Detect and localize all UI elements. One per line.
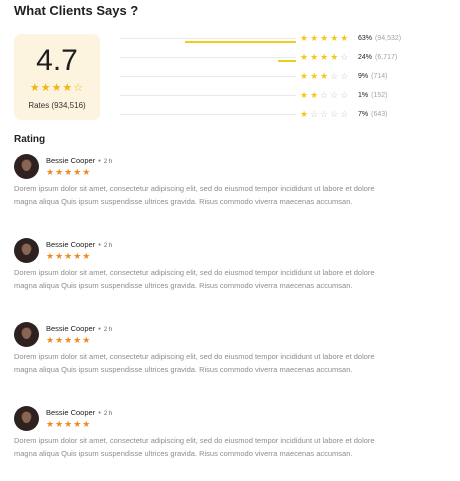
section-title: What Clients Says ?: [14, 3, 139, 18]
review-text: Dorem ipsum dolor sit amet, consectetur …: [14, 184, 375, 206]
review-stars: ★★★★★: [46, 335, 92, 345]
distribution-track: [120, 76, 296, 77]
average-rating-stars: ★★★★☆: [29, 82, 85, 94]
distribution-track: [120, 95, 296, 96]
distribution-bar: [278, 60, 296, 62]
reviewer-name[interactable]: Bessie Cooper: [46, 408, 95, 417]
distribution-label: 7% (643): [358, 111, 388, 118]
average-rating-card: 4.7 ★★★★☆ Rates (934,516): [14, 34, 100, 120]
distribution-track: [120, 57, 296, 62]
distribution-stars: ★☆☆☆☆: [300, 109, 351, 119]
distribution-track: [120, 38, 296, 43]
distribution-stars: ★★★★★: [300, 33, 351, 43]
review-text: Dorem ipsum dolor sit amet, consectetur …: [14, 352, 375, 374]
avatar-face: [22, 412, 31, 423]
distribution-track: [120, 114, 296, 115]
separator-dot: •: [98, 408, 101, 417]
reviewer-name[interactable]: Bessie Cooper: [46, 240, 95, 249]
reviewer-name[interactable]: Bessie Cooper: [46, 156, 95, 165]
distribution-label: 63% (94,532): [358, 35, 402, 42]
distribution-stars: ★★★☆☆: [300, 71, 351, 81]
review-text: Dorem ipsum dolor sit amet, consectetur …: [14, 268, 375, 290]
distribution-label: 9% (714): [358, 73, 388, 80]
distribution-label: 1% (152): [358, 92, 388, 99]
review-text: Dorem ipsum dolor sit amet, consectetur …: [14, 436, 375, 458]
rates-count: Rates (934,516): [28, 101, 86, 110]
avatar[interactable]: [14, 406, 39, 431]
rating-section-label: Rating: [14, 134, 46, 145]
reviewer-meta: Bessie Cooper • 2 h: [46, 240, 112, 249]
review-stars: ★★★★★: [46, 419, 92, 429]
avatar-face: [22, 160, 31, 171]
review-stars: ★★★★★: [46, 251, 92, 261]
review-time: 2 h: [103, 159, 113, 165]
distribution-bar: [185, 41, 296, 43]
average-rating-value: 4.7: [36, 44, 78, 77]
separator-dot: •: [98, 240, 101, 249]
review-time: 2 h: [103, 411, 113, 417]
reviewer-meta: Bessie Cooper • 2 h: [46, 324, 112, 333]
review-time: 2 h: [103, 327, 113, 333]
avatar-face: [22, 244, 31, 255]
separator-dot: •: [98, 324, 101, 333]
review-time: 2 h: [103, 243, 113, 249]
reviewer-name[interactable]: Bessie Cooper: [46, 324, 95, 333]
avatar[interactable]: [14, 154, 39, 179]
avatar[interactable]: [14, 322, 39, 347]
avatar-face: [22, 328, 31, 339]
review-stars: ★★★★★: [46, 167, 92, 177]
distribution-stars: ★★★★☆: [300, 52, 351, 62]
reviewer-meta: Bessie Cooper • 2 h: [46, 408, 112, 417]
distribution-label: 24% (6,717): [358, 54, 398, 61]
avatar[interactable]: [14, 238, 39, 263]
separator-dot: •: [98, 156, 101, 165]
distribution-stars: ★★☆☆☆: [300, 90, 351, 100]
reviewer-meta: Bessie Cooper • 2 h: [46, 156, 112, 165]
